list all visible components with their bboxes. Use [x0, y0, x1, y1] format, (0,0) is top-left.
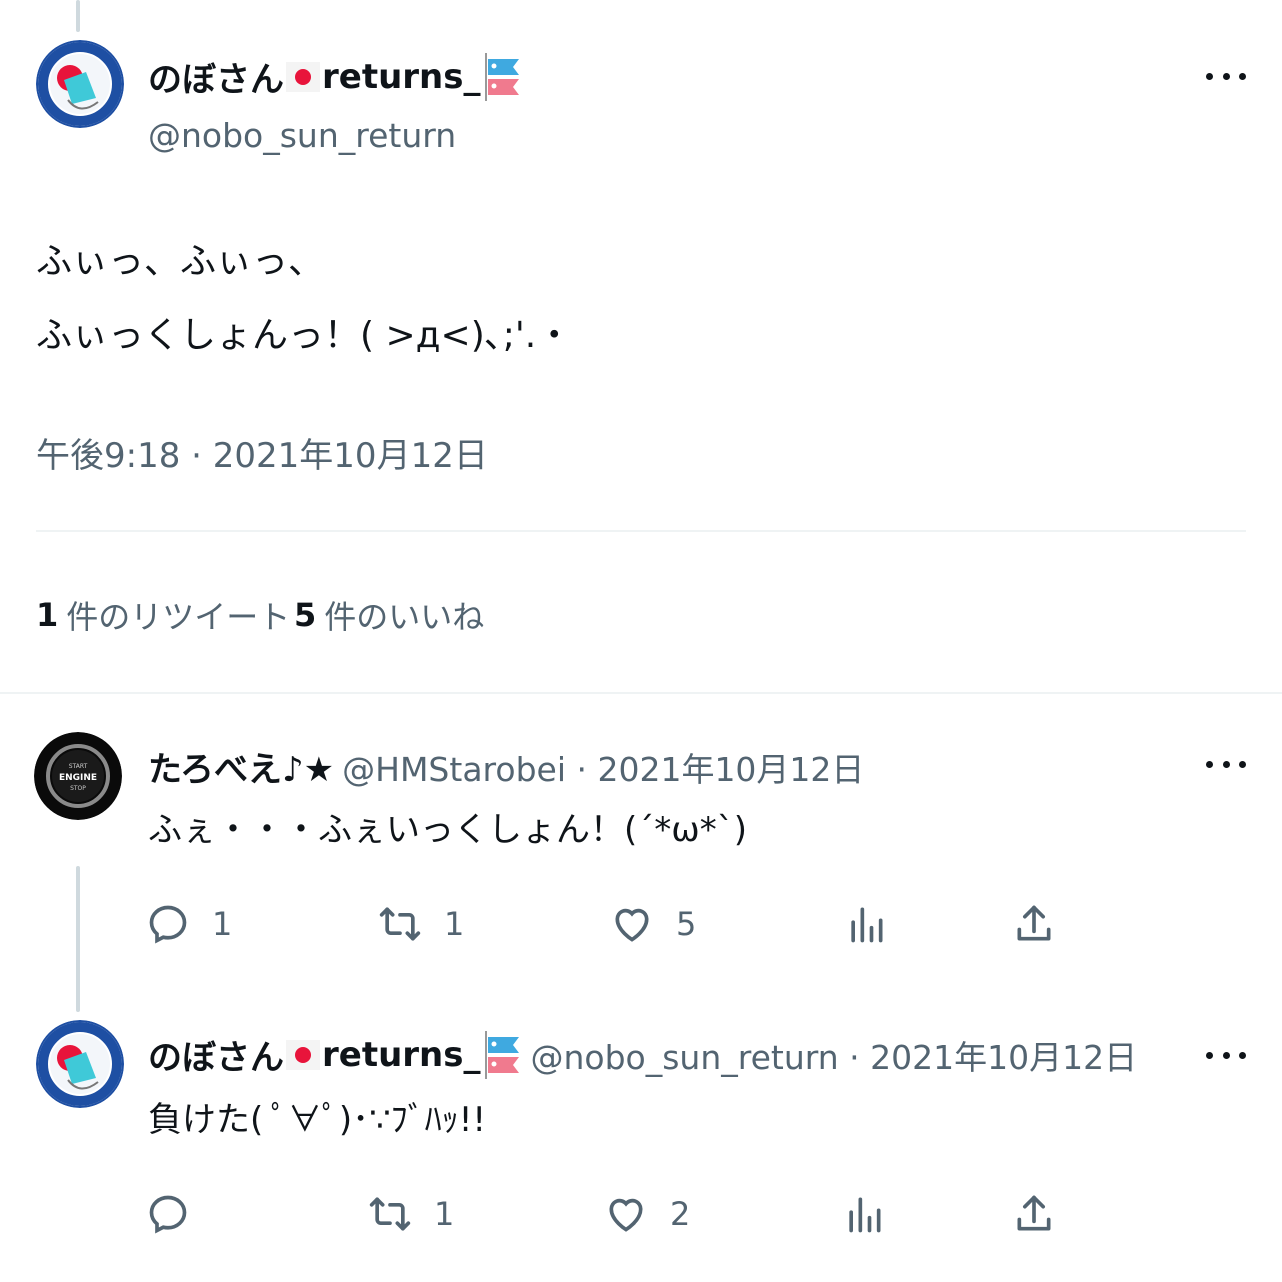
avatar-text-bottom: STOP	[70, 785, 86, 792]
analytics-icon	[849, 1197, 881, 1233]
display-name[interactable]: たろべえ♪★	[148, 742, 334, 791]
analytics-icon	[851, 907, 883, 943]
tweet-text-line1: ふぃっ、ふぃっ、	[36, 241, 325, 282]
likes-stat[interactable]: 5 件のいいね	[294, 592, 484, 638]
like-button[interactable]: 2	[604, 1192, 690, 1236]
reply-header: のぼさん returns_ @nobo_sun_return · 2021年10…	[148, 1030, 1137, 1079]
avatar-reply-1[interactable]: START ENGINE STOP	[34, 732, 122, 820]
tweet-timestamp[interactable]: 午後9:18 · 2021年10月12日	[36, 428, 488, 477]
more-icon[interactable]	[1206, 749, 1246, 779]
japan-flag-icon	[286, 1039, 320, 1070]
like-button[interactable]: 5	[610, 902, 696, 946]
avatar-text-main: ENGINE	[59, 773, 97, 783]
retweet-count: 1	[444, 905, 465, 943]
display-name-text: のぼさん	[148, 1038, 284, 1078]
share-icon	[1017, 905, 1051, 941]
thread-line-top	[76, 0, 80, 32]
japan-flag-icon	[286, 61, 320, 92]
reply-button[interactable]	[146, 1192, 212, 1236]
section-divider	[0, 692, 1282, 694]
handle-and-date[interactable]: @HMStarobei · 2021年10月12日	[342, 743, 864, 791]
handle[interactable]: @nobo_sun_return	[148, 116, 456, 155]
share-button[interactable]	[1012, 1192, 1056, 1236]
retweet-icon	[369, 1197, 411, 1231]
reply-header: たろべえ♪★ @HMStarobei · 2021年10月12日	[148, 742, 864, 791]
koinobori-icon	[484, 52, 519, 101]
retweet-button[interactable]: 1	[368, 1192, 454, 1236]
display-name-suffix: returns_	[322, 56, 481, 97]
more-icon[interactable]	[1206, 1040, 1246, 1070]
handle-and-date[interactable]: @nobo_sun_return · 2021年10月12日	[531, 1031, 1138, 1079]
avatar-text-top: START	[69, 763, 88, 770]
reply-button[interactable]: 1	[146, 902, 232, 946]
thread-line-reply	[76, 866, 80, 1012]
tweet-text-line2: ふぃっくしょんっ！( >д<)､;'.・	[36, 315, 573, 356]
retweets-stat[interactable]: 1 件のリツイート	[36, 592, 290, 638]
more-icon[interactable]	[1206, 61, 1246, 91]
analytics-button[interactable]	[844, 902, 888, 946]
retweets-label: 件のリツイート	[66, 598, 291, 636]
retweet-button[interactable]: 1	[378, 902, 464, 946]
retweet-count: 1	[434, 1195, 455, 1233]
share-button[interactable]	[1012, 902, 1056, 946]
reply-count: 1	[212, 905, 233, 943]
display-name-suffix: returns_	[322, 1034, 481, 1075]
likes-count: 5	[294, 596, 317, 634]
like-count: 2	[670, 1195, 691, 1233]
divider	[36, 530, 1246, 532]
like-count: 5	[676, 905, 697, 943]
share-icon	[1017, 1195, 1051, 1231]
reply-icon	[149, 1195, 187, 1234]
display-name[interactable]: のぼさん returns_	[148, 52, 523, 101]
retweets-count: 1	[36, 596, 59, 634]
koinobori-icon	[484, 1030, 519, 1079]
reply-text: ふぇ・・・ふぇいっくしょん！(´*ω*`)	[148, 810, 747, 850]
avatar[interactable]	[36, 40, 124, 128]
likes-label: 件のいいね	[324, 598, 485, 636]
analytics-button[interactable]	[842, 1192, 886, 1236]
display-name[interactable]: のぼさん returns_	[148, 1030, 523, 1079]
avatar-reply-2[interactable]	[36, 1020, 124, 1108]
retweet-icon	[379, 907, 421, 941]
like-icon	[609, 1198, 643, 1232]
like-icon	[615, 908, 649, 942]
reply-text: 負けた( ﾟ∀ﾟ)･∵ﾌﾞﾊｯ!!	[148, 1100, 487, 1140]
reply-icon	[149, 905, 187, 944]
display-name-text: のぼさん	[148, 60, 284, 100]
